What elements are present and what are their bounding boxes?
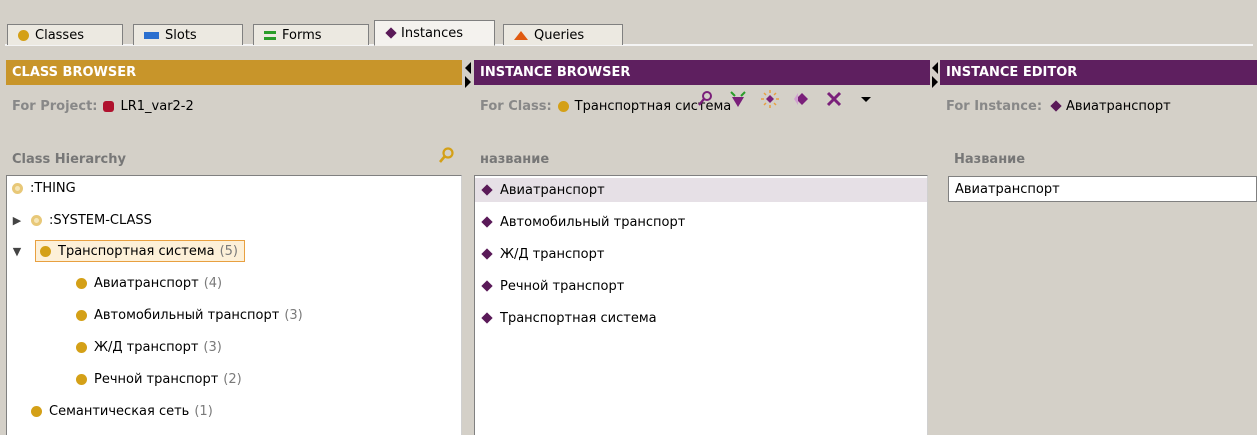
instance-row: For Instance: Авиатранспорт xyxy=(940,91,1257,121)
delete-instance-icon[interactable] xyxy=(824,90,844,108)
tree-node-auto-transport[interactable]: Автомобильный транспорт (3) xyxy=(7,303,461,327)
class-node-icon xyxy=(76,373,87,385)
class-label: For Class: xyxy=(480,98,552,114)
query-triangle-icon xyxy=(514,30,528,40)
class-node-icon xyxy=(31,405,42,417)
tab-slots[interactable]: Slots xyxy=(133,24,243,45)
dropdown-arrow-icon[interactable] xyxy=(856,90,876,108)
instance-diamond-icon xyxy=(385,27,397,39)
instance-diamond-icon xyxy=(481,216,493,228)
instance-diamond-icon xyxy=(481,248,493,260)
instance-diamond-icon xyxy=(481,184,493,196)
list-item[interactable]: Ж/Д транспорт xyxy=(475,242,927,266)
class-node-icon xyxy=(76,341,87,353)
slot-bar-icon xyxy=(144,31,159,39)
create-instance-icon[interactable] xyxy=(728,90,748,108)
list-item[interactable]: Автомобильный транспорт xyxy=(475,210,927,234)
collapse-arrow-icon[interactable]: ▼ xyxy=(11,245,23,258)
class-dot-icon xyxy=(557,100,569,112)
tree-node-semantic-network[interactable]: Семантическая сеть (1) xyxy=(7,399,461,423)
project-name: LR1_var2-2 xyxy=(120,98,194,114)
tab-forms[interactable]: Forms xyxy=(253,24,369,45)
name-field-label: Название xyxy=(954,152,1026,167)
tree-node-river-transport[interactable]: Речной транспорт (2) xyxy=(7,367,461,391)
project-icon xyxy=(103,100,115,112)
list-item[interactable]: Речной транспорт xyxy=(475,274,927,298)
find-class-icon[interactable] xyxy=(437,146,457,166)
tree-node-transport-system[interactable]: ▼ Транспортная система (5) xyxy=(7,239,461,263)
instance-diamond-icon xyxy=(1050,100,1062,112)
instance-diamond-icon[interactable] xyxy=(792,90,812,108)
class-browser-header: CLASS BROWSER xyxy=(6,60,462,85)
class-node-icon xyxy=(12,182,23,194)
class-node-icon xyxy=(31,214,42,226)
instance-name: Авиатранспорт xyxy=(1066,98,1171,114)
instance-toolbar xyxy=(684,87,876,111)
list-item[interactable]: Авиатранспорт xyxy=(475,178,927,202)
tree-node-aviatransport[interactable]: Авиатранспорт (4) xyxy=(7,271,461,295)
instance-diamond-icon xyxy=(481,312,493,324)
instance-browser-header: INSTANCE BROWSER xyxy=(474,60,930,85)
class-node-icon xyxy=(40,245,51,257)
instance-diamond-icon xyxy=(481,280,493,292)
class-node-icon xyxy=(76,309,87,321)
splitter-arrows[interactable] xyxy=(931,60,939,90)
list-item[interactable]: Транспортная система xyxy=(475,306,927,330)
tab-queries[interactable]: Queries xyxy=(503,24,623,45)
tab-strip: Classes Slots Forms Instances Queries xyxy=(5,18,1253,46)
expand-arrow-icon[interactable]: ▶ xyxy=(11,214,23,227)
instance-list[interactable]: Авиатранспорт Автомобильный транспорт Ж/… xyxy=(474,175,928,435)
class-dot-icon xyxy=(18,29,29,41)
tab-instances[interactable]: Instances xyxy=(374,20,495,46)
instance-label: For Instance: xyxy=(946,98,1043,114)
tree-node-system-class[interactable]: ▶ :SYSTEM-CLASS xyxy=(7,208,461,232)
instance-editor-header: INSTANCE EDITOR xyxy=(940,60,1257,85)
copy-instance-icon[interactable] xyxy=(760,90,780,108)
name-field[interactable]: Авиатранспорт xyxy=(948,176,1257,202)
instance-column-label: название xyxy=(480,152,550,167)
tree-node-thing[interactable]: :THING xyxy=(7,176,461,200)
find-instance-icon[interactable] xyxy=(696,90,716,108)
instance-editor-panel: INSTANCE EDITOR For Instance: Авиатрансп… xyxy=(940,60,1257,435)
class-browser-panel: CLASS BROWSER For Project: LR1_var2-2 Cl… xyxy=(6,60,462,435)
class-hierarchy-label: Class Hierarchy xyxy=(12,152,126,167)
forms-icon xyxy=(264,30,276,40)
class-tree[interactable]: :THING ▶ :SYSTEM-CLASS ▼ Транспортная си… xyxy=(6,175,462,435)
project-row: For Project: LR1_var2-2 xyxy=(6,91,462,121)
project-label: For Project: xyxy=(12,98,98,114)
tab-classes[interactable]: Classes xyxy=(7,24,123,45)
splitter-arrows[interactable] xyxy=(464,60,472,90)
tree-node-rail-transport[interactable]: Ж/Д транспорт (3) xyxy=(7,335,461,359)
class-node-icon xyxy=(76,277,87,289)
